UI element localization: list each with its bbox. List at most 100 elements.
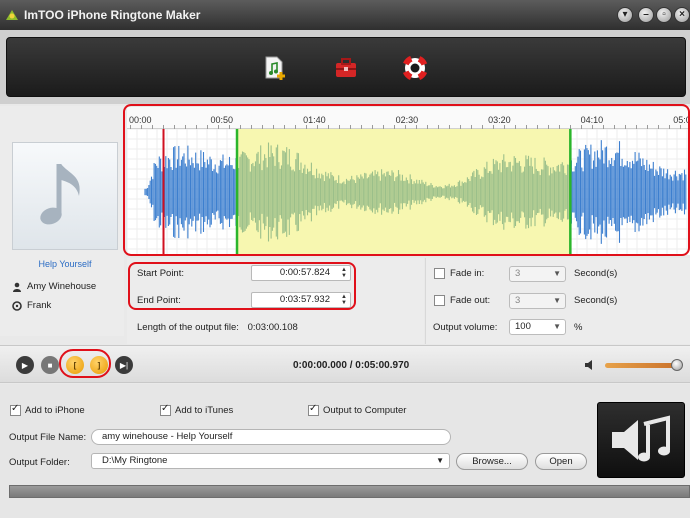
play-button[interactable]: ▶ xyxy=(16,356,34,374)
ruler-tick-label: 00:00 xyxy=(129,115,152,125)
toolbox-button[interactable] xyxy=(331,53,361,83)
volume-unit: % xyxy=(574,322,583,333)
chevron-down-icon: ▼ xyxy=(436,456,444,465)
output-to-computer-label: Output to Computer xyxy=(323,405,407,416)
volume-slider-knob[interactable] xyxy=(671,359,684,371)
toolbar xyxy=(6,37,686,97)
ruler-tick-label: 00:50 xyxy=(210,115,234,125)
add-to-iphone-option[interactable]: Add to iPhone xyxy=(10,403,85,416)
restore-button[interactable]: ▫ xyxy=(656,7,672,23)
bracket-right-icon: ] xyxy=(97,360,101,370)
toolbox-icon xyxy=(336,58,356,77)
play-icon: ▶ xyxy=(21,360,29,370)
output-to-computer-option[interactable]: Output to Computer xyxy=(308,403,407,416)
song-info-panel: Help Yourself Amy Winehouse Frank xyxy=(0,106,124,336)
artist-name: Amy Winehouse xyxy=(27,281,97,292)
convert-button[interactable] xyxy=(597,402,685,478)
stop-icon: ■ xyxy=(47,360,53,370)
disc-icon xyxy=(12,300,22,311)
time-ruler[interactable]: 00:00 00:50 01:40 02:30 03:20 04:10 05:00 xyxy=(127,107,690,129)
file-name-label: Output File Name: xyxy=(9,432,87,443)
chevron-down-icon: ▼ xyxy=(553,296,561,305)
end-point-value: 0:03:57.932 xyxy=(279,294,330,305)
app-logo-icon xyxy=(6,10,18,20)
stop-button[interactable]: ■ xyxy=(41,356,59,374)
minimize-icon[interactable]: ▾ xyxy=(617,7,633,23)
speaker-icon[interactable] xyxy=(584,359,596,371)
start-point-field[interactable]: 0:00:57.824 ▲ ▼ xyxy=(251,265,351,281)
playback-bar: ▶ ■ [ ] ▶| 0:00:00.000 / 0:05:00.970 xyxy=(0,345,690,383)
artist-row: Amy Winehouse xyxy=(12,281,96,292)
fade-in-value: 3 xyxy=(515,268,521,279)
title-bar: ImTOO iPhone Ringtone Maker ▾ – ▫ × xyxy=(0,0,690,30)
spin-arrows-icon[interactable]: ▲ ▼ xyxy=(341,267,347,279)
output-volume-select[interactable]: 100 ▼ xyxy=(509,319,566,335)
album-row: Frank xyxy=(12,300,51,311)
time-display: 0:00:00.000 / 0:05:00.970 xyxy=(293,360,410,371)
ruler-tick-label: 02:30 xyxy=(395,115,419,125)
fade-in-select[interactable]: 3 ▼ xyxy=(509,266,566,282)
ruler-tick-label: 03:20 xyxy=(488,115,511,125)
volume-slider[interactable] xyxy=(605,359,684,371)
waveform[interactable] xyxy=(127,129,690,255)
fade-out-label: Fade out: xyxy=(450,295,491,306)
points-panel: Start Point: 0:00:57.824 ▲ ▼ End Point: 0… xyxy=(127,258,424,344)
lifebuoy-icon xyxy=(402,55,428,81)
fade-panel: Fade in: 3 ▼ Second(s) Fade out: 3 ▼ Sec… xyxy=(425,258,690,344)
toolbar-frame xyxy=(0,30,690,104)
output-folder-select[interactable]: D:\My Ringtone ▼ xyxy=(91,453,450,469)
add-to-itunes-checkbox[interactable] xyxy=(160,403,171,416)
browse-button[interactable]: Browse... xyxy=(456,453,528,470)
close-button[interactable]: × xyxy=(674,7,690,23)
song-title: Help Yourself xyxy=(38,259,92,269)
spin-arrows-icon[interactable]: ▲ ▼ xyxy=(341,294,347,306)
fade-in-unit: Second(s) xyxy=(574,268,618,279)
fade-out-value: 3 xyxy=(515,295,521,306)
waveform-editor[interactable]: 00:00 00:50 01:40 02:30 03:20 04:10 05:00 xyxy=(127,107,690,255)
person-icon xyxy=(13,282,21,292)
set-end-button[interactable]: ] xyxy=(90,356,108,374)
chevron-down-icon: ▼ xyxy=(553,322,561,331)
add-to-iphone-checkbox[interactable] xyxy=(10,403,21,416)
end-point-field[interactable]: 0:03:57.932 ▲ ▼ xyxy=(251,292,351,308)
segment-play-icon: ▶| xyxy=(119,360,129,370)
progress-bar xyxy=(9,485,690,498)
ruler-tick-label: 05:00 xyxy=(673,115,690,125)
output-length: Length of the output file: 0:03:00.108 xyxy=(137,322,298,333)
chevron-down-icon: ▼ xyxy=(553,269,561,278)
help-button[interactable] xyxy=(400,53,430,83)
add-to-iphone-label: Add to iPhone xyxy=(25,405,85,416)
start-point-label: Start Point: xyxy=(137,268,184,279)
set-start-button[interactable]: [ xyxy=(66,356,84,374)
start-point-value: 0:00:57.824 xyxy=(279,267,330,278)
length-value: 0:03:00.108 xyxy=(247,322,298,333)
window-title: ImTOO iPhone Ringtone Maker xyxy=(24,8,201,22)
output-folder-value: D:\My Ringtone xyxy=(102,455,168,466)
volume-value: 100 xyxy=(515,321,531,332)
minimize-button[interactable]: – xyxy=(638,7,654,23)
fade-out-unit: Second(s) xyxy=(574,295,618,306)
album-name: Frank xyxy=(27,300,52,311)
music-note-icon xyxy=(40,164,80,225)
ruler-tick-label: 01:40 xyxy=(303,115,326,125)
length-label: Length of the output file: xyxy=(137,322,239,333)
fade-in-checkbox[interactable] xyxy=(434,268,445,279)
play-segment-button[interactable]: ▶| xyxy=(115,356,133,374)
open-button[interactable]: Open xyxy=(535,453,587,470)
album-art xyxy=(12,142,118,250)
volume-label: Output volume: xyxy=(433,322,498,333)
add-to-itunes-label: Add to iTunes xyxy=(175,405,234,416)
ringtone-convert-icon xyxy=(612,415,670,462)
output-to-computer-checkbox[interactable] xyxy=(308,403,319,416)
bracket-left-icon: [ xyxy=(73,360,77,370)
fade-in-row: Fade in: xyxy=(434,268,484,279)
fade-in-label: Fade in: xyxy=(450,268,485,279)
file-name-input[interactable]: amy winehouse - Help Yourself xyxy=(91,429,451,445)
add-file-button[interactable] xyxy=(260,53,290,83)
folder-label: Output Folder: xyxy=(9,457,70,468)
add-to-itunes-option[interactable]: Add to iTunes xyxy=(160,403,234,416)
end-point-label: End Point: xyxy=(137,295,181,306)
fade-out-select[interactable]: 3 ▼ xyxy=(509,293,566,309)
fade-out-row: Fade out: xyxy=(434,295,490,306)
fade-out-checkbox[interactable] xyxy=(434,295,445,306)
